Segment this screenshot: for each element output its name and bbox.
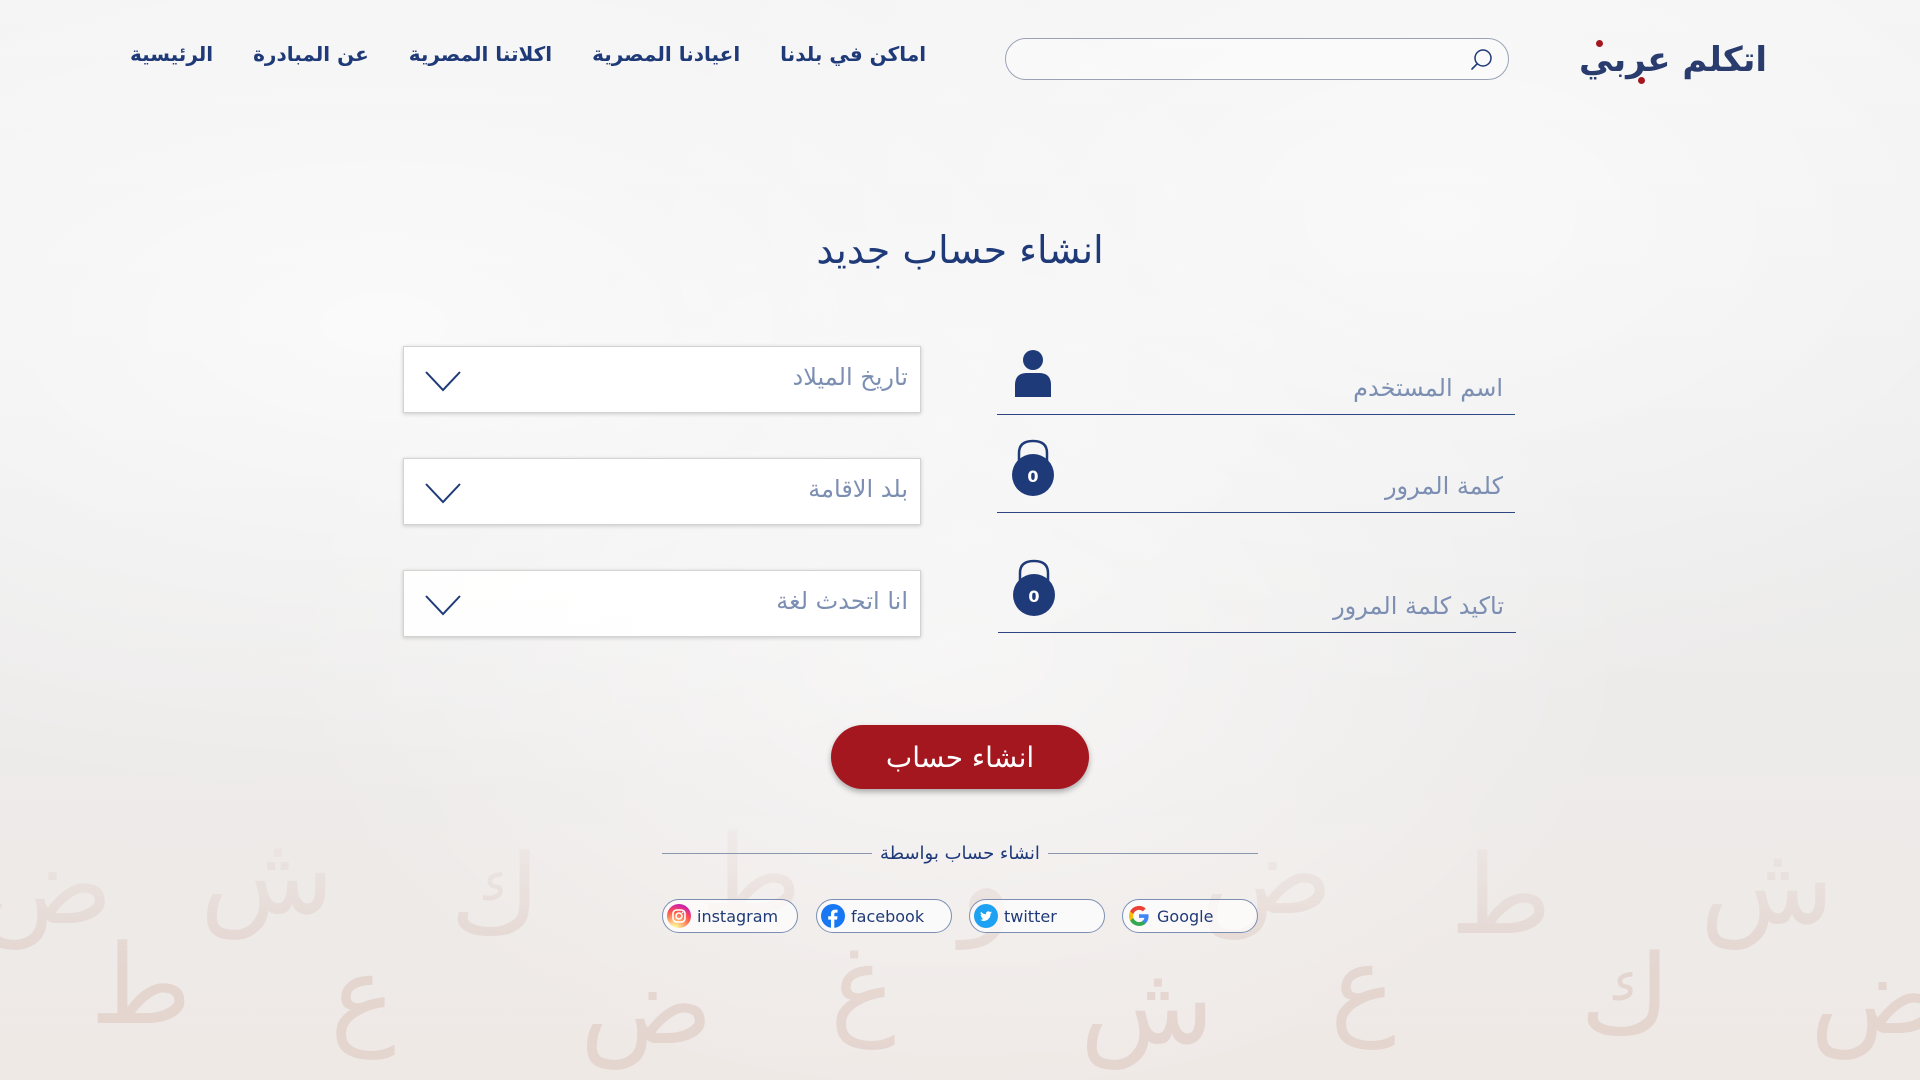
chevron-down-icon [425, 483, 461, 504]
password-confirm-field: 0 [998, 559, 1516, 633]
username-field [997, 345, 1515, 415]
search-bar [1005, 38, 1509, 80]
password-field: 0 [997, 439, 1515, 513]
language-select[interactable]: انا اتحدث لغة [403, 570, 921, 637]
site-logo[interactable]: اتكلم عربي [1578, 34, 1768, 86]
nav-item-home[interactable]: الرئيسية [110, 42, 233, 66]
username-input[interactable] [1103, 374, 1503, 402]
create-account-button[interactable]: انشاء حساب [831, 725, 1089, 789]
password-confirm-input[interactable] [1104, 592, 1504, 620]
google-login-button[interactable]: Google [1122, 899, 1258, 933]
chevron-down-icon [425, 595, 461, 616]
user-icon [1015, 350, 1051, 397]
google-icon [1128, 905, 1149, 926]
main-nav: الرئيسية عن المبادرة اكلاتنا المصرية اعي… [110, 42, 946, 66]
lock-digit: 0 [1028, 587, 1039, 606]
nav-item-holidays[interactable]: اعيادنا المصرية [572, 42, 760, 66]
instagram-login-button[interactable]: instagram [662, 899, 798, 933]
google-label: Google [1157, 906, 1214, 926]
lock-icon: 0 [1011, 557, 1057, 617]
nav-item-about[interactable]: عن المبادرة [233, 42, 389, 66]
search-input[interactable] [1006, 39, 1508, 79]
facebook-label: facebook [851, 906, 925, 926]
logo-dot [1638, 77, 1645, 84]
instagram-icon [667, 904, 691, 928]
birthdate-select[interactable]: تاريخ الميلاد [403, 346, 921, 413]
country-select[interactable]: بلد الاقامة [403, 458, 921, 525]
page-title: انشاء حساب جديد [816, 228, 1104, 272]
divider-line [661, 852, 873, 854]
instagram-label: instagram [697, 906, 779, 926]
logo-dot [1596, 40, 1603, 47]
nav-item-places[interactable]: اماكن في بلدنا [760, 42, 946, 66]
divider-line [1047, 852, 1258, 854]
nav-item-food[interactable]: اكلاتنا المصرية [389, 42, 572, 66]
country-select-label: بلد الاقامة [808, 475, 908, 503]
twitter-label: twitter [1004, 906, 1057, 926]
logo-text: اتكلم عربي [1578, 40, 1768, 80]
facebook-icon [821, 904, 845, 928]
lock-icon: 0 [1010, 437, 1056, 497]
site-header: اتكلم عربي الرئيسية عن المبادرة اكلاتنا … [0, 0, 1920, 120]
language-select-label: انا اتحدث لغة [776, 587, 908, 615]
social-divider: انشاء حساب بواسطة [661, 840, 1258, 866]
twitter-icon [974, 904, 998, 928]
search-icon[interactable] [1470, 48, 1494, 72]
facebook-login-button[interactable]: facebook [816, 899, 952, 933]
lock-digit: 0 [1027, 467, 1038, 486]
social-login-row: Google twitter facebook instagram [662, 899, 1258, 933]
password-input[interactable] [1103, 472, 1503, 500]
divider-label: انشاء حساب بواسطة [880, 842, 1040, 864]
twitter-login-button[interactable]: twitter [969, 899, 1105, 933]
birthdate-select-label: تاريخ الميلاد [792, 363, 909, 391]
chevron-down-icon [425, 371, 461, 392]
